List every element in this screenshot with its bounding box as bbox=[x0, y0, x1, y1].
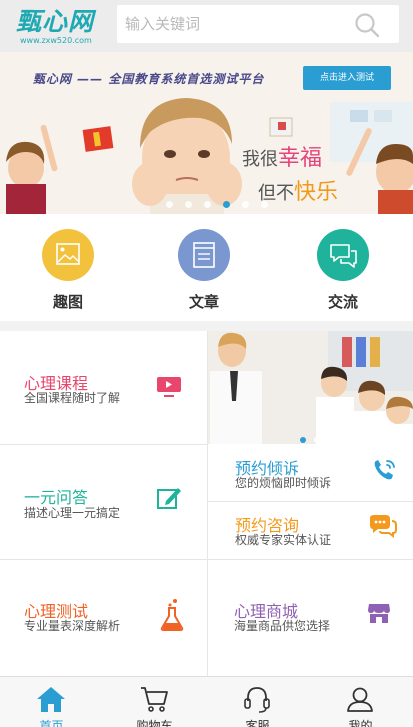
tab-mine[interactable]: 我的 bbox=[309, 677, 412, 727]
pagination-dot[interactable] bbox=[223, 201, 230, 208]
category-articles[interactable]: 文章 bbox=[159, 229, 249, 312]
category-label: 文章 bbox=[188, 293, 219, 311]
flask-icon bbox=[160, 599, 184, 631]
search-box bbox=[117, 5, 399, 43]
home-icon bbox=[37, 687, 65, 712]
tab-cart[interactable]: 购物车 bbox=[103, 677, 206, 727]
service-subtitle: 专业量表深度解析 bbox=[24, 619, 121, 633]
phone-icon bbox=[374, 460, 395, 480]
category-label: 趣图 bbox=[52, 293, 83, 311]
consult-chat-icon bbox=[370, 515, 397, 538]
user-icon bbox=[347, 687, 373, 712]
logo-url: www.zxw520.com bbox=[20, 36, 92, 45]
pagination-dot[interactable] bbox=[242, 201, 249, 208]
service-course[interactable]: 心理课程 全国课程随时了解 bbox=[0, 331, 207, 444]
pagination-dot[interactable] bbox=[300, 437, 306, 443]
tv-icon bbox=[157, 377, 181, 397]
cart-icon bbox=[141, 687, 168, 712]
tab-label: 客服 bbox=[245, 719, 270, 727]
tab-label: 首页 bbox=[39, 719, 64, 727]
service-grid: 心理课程 全国课程随时了解 一元问答 描述心理一元搞定 预约倾诉 您的烦恼即时倾… bbox=[0, 331, 413, 676]
pagination-dot[interactable] bbox=[328, 437, 334, 443]
category-fun-pictures[interactable]: 趣图 bbox=[23, 229, 113, 312]
divider bbox=[207, 331, 208, 676]
category-row: 趣图 文章 交流 bbox=[0, 214, 413, 321]
service-subtitle: 全国课程随时了解 bbox=[24, 391, 121, 405]
slogan-part: 快乐 bbox=[294, 180, 339, 205]
edit-icon bbox=[157, 488, 181, 509]
pagination-dot[interactable] bbox=[204, 201, 211, 208]
service-consult[interactable]: 预约咨询 权威专家实体认证 bbox=[208, 502, 413, 559]
pagination-dot[interactable] bbox=[166, 201, 173, 208]
service-subtitle: 海量商品供您选择 bbox=[234, 619, 331, 633]
tab-home[interactable]: 首页 bbox=[0, 677, 103, 727]
banner-title: 甄心网 —— 全国教育系统首选测试平台 bbox=[33, 72, 265, 86]
category-label: 交流 bbox=[327, 293, 358, 311]
search-icon[interactable] bbox=[353, 11, 381, 39]
banner-carousel[interactable]: 甄心网 —— 全国教育系统首选测试平台 点击进入测试 我很幸福 但不快乐 bbox=[0, 52, 413, 214]
chat-icon bbox=[330, 244, 357, 268]
banner-test-button[interactable]: 点击进入测试 bbox=[303, 66, 391, 90]
banner-pagination bbox=[166, 193, 280, 208]
tab-service[interactable]: 客服 bbox=[206, 677, 309, 727]
service-subtitle: 您的烦恼即时倾诉 bbox=[235, 476, 332, 490]
picture-icon bbox=[56, 243, 80, 265]
pagination-dot[interactable] bbox=[185, 201, 192, 208]
category-exchange[interactable]: 交流 bbox=[298, 229, 388, 312]
slogan-part: 幸福 bbox=[278, 146, 323, 171]
category-circle bbox=[317, 229, 369, 281]
headset-icon bbox=[244, 687, 270, 713]
pagination-dot[interactable] bbox=[261, 201, 268, 208]
category-circle bbox=[178, 229, 230, 281]
search-input[interactable] bbox=[117, 5, 347, 43]
bottom-tab-bar: 首页 购物车 客服 我的 bbox=[0, 676, 413, 727]
tab-label: 我的 bbox=[348, 719, 373, 727]
store-icon bbox=[368, 604, 390, 623]
divider bbox=[0, 444, 207, 445]
article-icon bbox=[193, 242, 215, 268]
logo[interactable]: 甄心网 www.zxw520.com bbox=[16, 8, 112, 46]
service-ask[interactable]: 一元问答 描述心理一元搞定 bbox=[0, 445, 207, 559]
pagination-dot[interactable] bbox=[314, 437, 320, 443]
header: 甄心网 www.zxw520.com bbox=[0, 0, 413, 52]
tab-label: 购物车 bbox=[136, 719, 173, 727]
category-circle bbox=[42, 229, 94, 281]
service-subtitle: 权威专家实体认证 bbox=[235, 533, 332, 547]
logo-text: 甄心网 bbox=[16, 7, 95, 36]
service-complain[interactable]: 预约倾诉 您的烦恼即时倾诉 bbox=[208, 445, 413, 501]
slogan-part: 我很 bbox=[242, 149, 278, 170]
classroom-photo-carousel[interactable] bbox=[208, 331, 413, 444]
app-root: 甄心网 www.zxw520.com 输入关键词 甄心网 —— 全国教育系统首选… bbox=[0, 0, 413, 727]
banner-slogan-line-2: 但不快乐 bbox=[258, 174, 338, 206]
service-shop[interactable]: 心理商城 海量商品供您选择 bbox=[208, 560, 413, 676]
divider bbox=[208, 501, 413, 502]
photo-pagination bbox=[300, 428, 342, 444]
service-subtitle: 描述心理一元搞定 bbox=[24, 506, 121, 520]
banner-slogan-line-1: 我很幸福 bbox=[242, 140, 322, 172]
service-test[interactable]: 心理测试 专业量表深度解析 bbox=[0, 560, 207, 676]
